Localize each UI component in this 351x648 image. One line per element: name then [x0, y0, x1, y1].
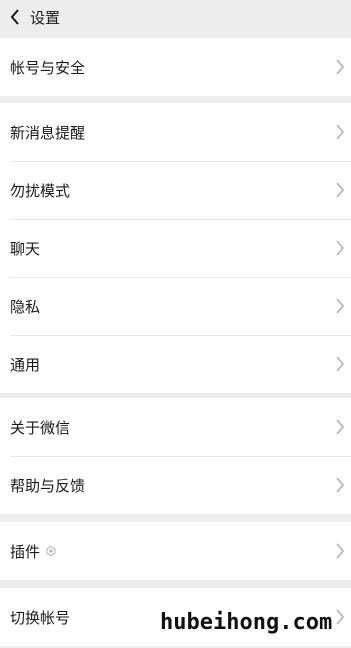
- hexagon-icon: [46, 546, 56, 556]
- row-privacy[interactable]: 隐私: [0, 277, 351, 335]
- group-notifications: 新消息提醒 勿扰模式 聊天 隐私 通用: [0, 103, 351, 393]
- chevron-right-icon: [336, 240, 345, 256]
- row-help-feedback[interactable]: 帮助与反馈: [0, 456, 351, 514]
- row-label: 帮助与反馈: [10, 476, 86, 495]
- watermark-text: hubeihong.com: [160, 610, 333, 635]
- row-label: 切换帐号: [10, 608, 71, 627]
- row-do-not-disturb[interactable]: 勿扰模式: [0, 161, 351, 219]
- chevron-right-icon: [336, 356, 345, 372]
- chevron-right-icon: [336, 609, 345, 625]
- row-label: 新消息提醒: [10, 123, 86, 142]
- row-label: 聊天: [10, 239, 41, 258]
- row-general[interactable]: 通用: [0, 335, 351, 393]
- chevron-right-icon: [336, 59, 345, 75]
- row-label: 隐私: [10, 297, 41, 316]
- row-chat[interactable]: 聊天: [0, 219, 351, 277]
- chevron-right-icon: [336, 182, 345, 198]
- row-label: 插件: [10, 542, 41, 561]
- row-plugins[interactable]: 插件: [0, 522, 351, 580]
- row-label: 通用: [10, 355, 41, 374]
- row-about-wechat[interactable]: 关于微信: [0, 398, 351, 456]
- chevron-right-icon: [336, 477, 345, 493]
- settings-screen: 设置 帐号与安全 新消息提醒 勿扰模式 聊天 隐私 通用 关于微信 帮助与反馈 …: [0, 0, 351, 648]
- nav-bar: 设置: [0, 0, 351, 34]
- group-account: 帐号与安全: [0, 38, 351, 96]
- chevron-right-icon: [336, 543, 345, 559]
- row-account-security[interactable]: 帐号与安全: [0, 38, 351, 96]
- chevron-right-icon: [336, 124, 345, 140]
- group-about: 关于微信 帮助与反馈: [0, 398, 351, 514]
- group-plugins: 插件: [0, 522, 351, 580]
- chevron-left-icon: [10, 9, 19, 25]
- page-title: 设置: [30, 8, 61, 27]
- row-label: 勿扰模式: [10, 181, 71, 200]
- chevron-right-icon: [336, 298, 345, 314]
- chevron-right-icon: [336, 419, 345, 435]
- row-label: 关于微信: [10, 418, 71, 437]
- row-label: 帐号与安全: [10, 58, 86, 77]
- back-button[interactable]: [2, 0, 28, 34]
- row-new-message-alerts[interactable]: 新消息提醒: [0, 103, 351, 161]
